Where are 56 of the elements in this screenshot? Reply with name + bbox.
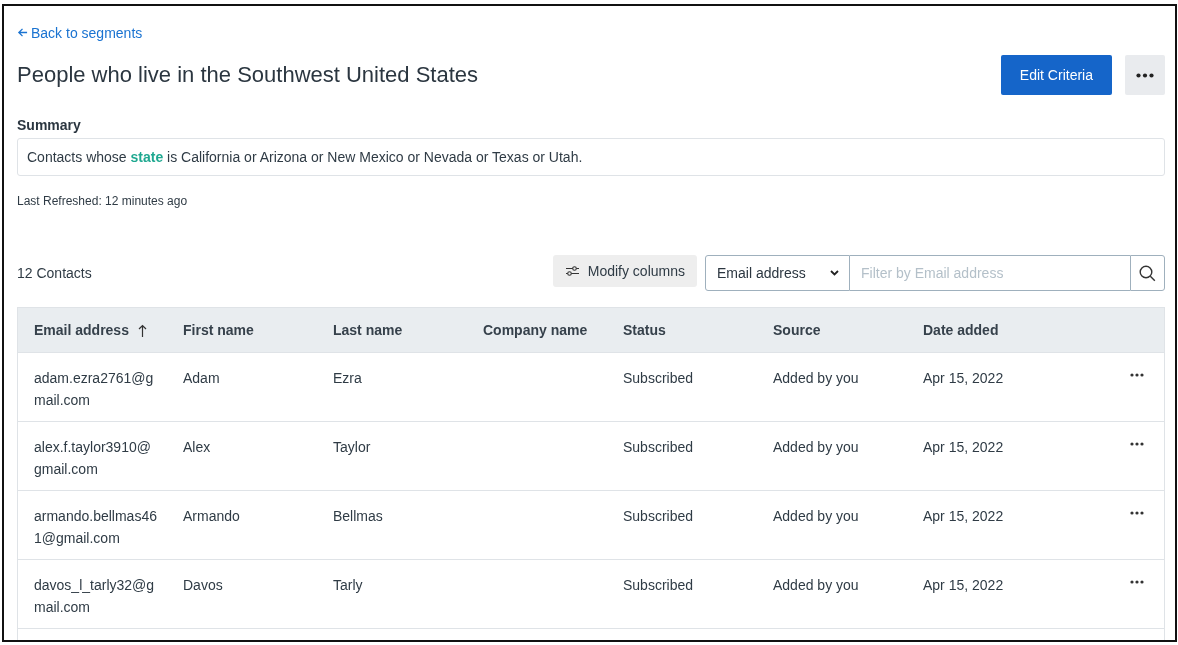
table-cell: Subscribed [623, 577, 694, 593]
column-header[interactable]: Status [623, 322, 666, 338]
search-icon [1139, 264, 1156, 282]
column-header[interactable]: Email address [34, 322, 129, 338]
table-cell: Subscribed [623, 508, 694, 524]
table-cell: Taylor [333, 439, 371, 455]
chevron-down-icon [830, 270, 839, 276]
table-cell: Ezra [333, 370, 362, 386]
table-cell: Alex [183, 439, 211, 455]
table-cell: Bellmas [333, 508, 383, 524]
table-cell: adam.ezra2761@gmail.com [34, 370, 154, 408]
contacts-count: 12 Contacts [17, 265, 92, 281]
row-actions-button[interactable] [1130, 373, 1144, 377]
table-cell: Subscribed [623, 370, 694, 386]
table-cell: Apr 15, 2022 [923, 577, 1004, 593]
row-actions-button[interactable] [1130, 580, 1144, 584]
table-cell: Added by you [773, 370, 859, 386]
more-options-button[interactable] [1125, 55, 1165, 95]
table-cell: Subscribed [623, 439, 694, 455]
more-icon [1130, 580, 1144, 584]
filter-field-dropdown[interactable]: Email address [705, 255, 850, 291]
last-refreshed-text: Last Refreshed: 12 minutes ago [17, 194, 189, 208]
row-actions-button[interactable] [1130, 442, 1144, 446]
more-icon [1130, 442, 1144, 446]
page-title: People who live in the Southwest United States [17, 62, 479, 88]
table-cell: Apr 15, 2022 [923, 508, 1004, 524]
table-cell: Adam [183, 370, 220, 386]
more-icon [1130, 511, 1144, 515]
more-icon [1136, 72, 1154, 78]
table-cell: Apr 15, 2022 [923, 370, 1004, 386]
table-cell: Added by you [773, 577, 859, 593]
summary-text: Contacts whose state is California or Arizona or New Mexico or Nevada or Texas or Utah. [17, 138, 1165, 176]
table-cell: Apr 15, 2022 [923, 439, 1004, 455]
summary-label: Summary [17, 117, 82, 133]
row-actions-button[interactable] [1130, 511, 1144, 515]
column-header[interactable]: Source [773, 322, 821, 338]
table-cell: alex.f.taylor3910@gmail.com [34, 439, 151, 477]
search-button[interactable] [1130, 255, 1165, 291]
column-header[interactable]: Date added [923, 322, 999, 338]
table-cell: davos_l_tarly32@gmail.com [34, 577, 155, 615]
column-header[interactable]: First name [183, 322, 254, 338]
table-cell: Added by you [773, 508, 859, 524]
table-cell: Armando [183, 508, 240, 524]
column-header[interactable]: Company name [483, 322, 588, 338]
left-arrow-icon [17, 27, 28, 38]
filter-input[interactable]: Filter by Email address [850, 255, 1130, 291]
table-cell: armando.bellmas461@gmail.com [34, 508, 157, 546]
table-cell: Davos [183, 577, 223, 593]
table-cell: Tarly [333, 577, 363, 593]
more-icon [1130, 373, 1144, 377]
column-header[interactable]: Last name [333, 322, 403, 338]
sliders-icon [564, 265, 580, 277]
modify-columns-button[interactable]: Modify columns [552, 255, 697, 287]
table-cell: Added by you [773, 439, 859, 455]
edit-criteria-button[interactable]: Edit Criteria [1000, 55, 1112, 95]
back-link[interactable]: Back to segments [17, 24, 143, 41]
